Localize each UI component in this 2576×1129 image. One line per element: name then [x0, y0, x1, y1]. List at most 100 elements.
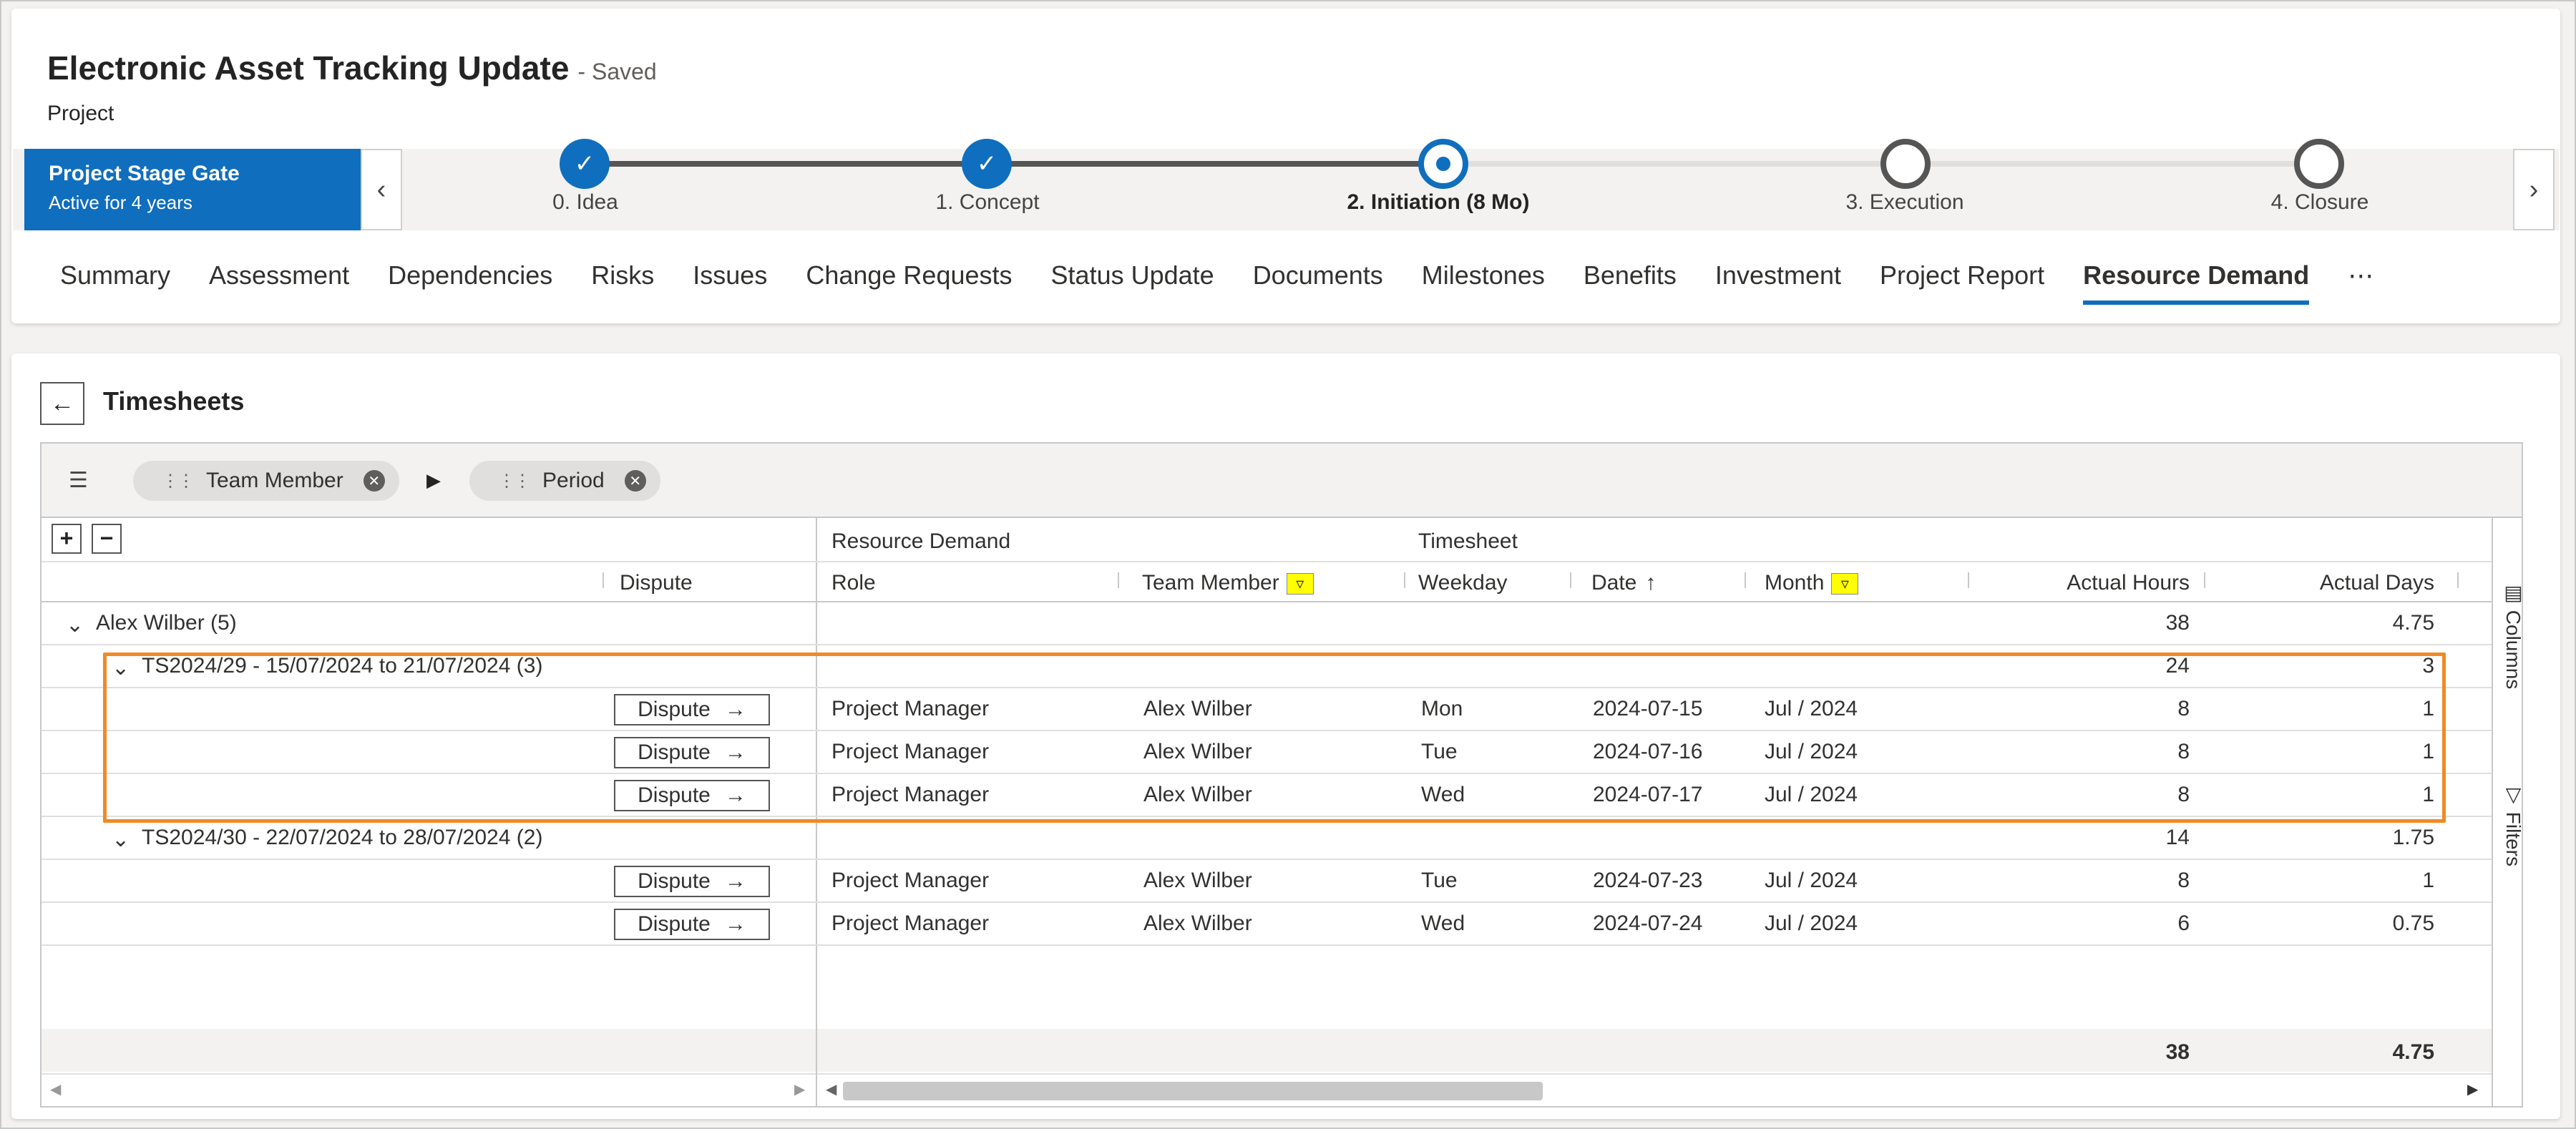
scrollbar-thumb[interactable]: [843, 1082, 1543, 1100]
entity-name: Project: [47, 102, 114, 125]
cell-date: 2024-07-23: [1593, 869, 1703, 892]
column-resizer[interactable]: [2204, 572, 2205, 588]
group-chip-team-member[interactable]: ⋮⋮ Team Member ✕: [133, 461, 399, 501]
column-resizer[interactable]: [1968, 572, 1969, 588]
column-resizer[interactable]: [1404, 572, 1405, 588]
column-resizer[interactable]: [2457, 572, 2459, 588]
stage-track-completed: [597, 161, 1444, 167]
stage-execution-node[interactable]: [1880, 139, 1931, 189]
tab-documents[interactable]: Documents: [1253, 260, 1383, 305]
dispute-button[interactable]: Dispute →: [614, 866, 770, 897]
arrow-right-icon: →: [724, 912, 746, 936]
expand-all-button[interactable]: +: [52, 524, 82, 554]
group-chip-period[interactable]: ⋮⋮ Period ✕: [469, 461, 660, 501]
check-icon: ✓: [976, 150, 997, 177]
horizontal-scrollbar-frozen[interactable]: [42, 1073, 816, 1106]
remove-chip-icon[interactable]: ✕: [624, 470, 646, 492]
scroll-right-icon[interactable]: ▶: [2467, 1080, 2478, 1098]
row-divider: [42, 859, 2492, 860]
tab-investment[interactable]: Investment: [1715, 260, 1841, 305]
dispute-button[interactable]: Dispute →: [614, 909, 770, 940]
group-hours: 38: [2165, 611, 2190, 635]
columns-panel-tab[interactable]: ▤ Columns: [2502, 581, 2525, 689]
tab-change-requests[interactable]: Change Requests: [806, 260, 1012, 305]
stage-closure-node[interactable]: [2294, 139, 2344, 189]
stage-initiation-node[interactable]: [1418, 139, 1468, 189]
arrow-right-icon: →: [724, 869, 746, 893]
remove-chip-icon[interactable]: ✕: [363, 470, 385, 492]
scroll-left-icon[interactable]: ◀: [50, 1080, 61, 1098]
save-status: - Saved: [577, 59, 657, 84]
column-resizer[interactable]: [1570, 572, 1571, 588]
columns-icon: ▤: [2502, 581, 2524, 610]
expand-chevron-icon[interactable]: ⌄: [112, 827, 130, 852]
cell-team-member: Alex Wilber: [1143, 869, 1252, 892]
column-header-month[interactable]: Month ▿: [1765, 571, 1859, 595]
stage-label[interactable]: 4. Closure: [2271, 190, 2369, 215]
header-divider: [42, 561, 2492, 562]
stage-label[interactable]: 3. Execution: [1845, 190, 1963, 215]
stage-label[interactable]: 1. Concept: [935, 190, 1039, 215]
group-days: 4.75: [2392, 611, 2434, 635]
tab-assessment[interactable]: Assessment: [209, 260, 349, 305]
column-header-date[interactable]: Date ↑: [1591, 571, 1656, 595]
cell-month: Jul / 2024: [1765, 911, 1858, 935]
bpf-prev-button[interactable]: ‹: [361, 149, 402, 230]
tab-status-update[interactable]: Status Update: [1051, 260, 1214, 305]
stage-label-active[interactable]: 2. Initiation (8 Mo): [1347, 190, 1530, 215]
back-button[interactable]: ←: [40, 382, 84, 425]
column-header-actual-days[interactable]: Actual Days: [2231, 571, 2434, 595]
stage-gate-flyout[interactable]: Project Stage Gate Active for 4 years: [24, 149, 371, 230]
group-header-resource-demand: Resource Demand: [831, 529, 1011, 553]
column-header-dispute[interactable]: Dispute: [620, 571, 693, 595]
highlight-box: [103, 653, 2446, 823]
tab-project-report[interactable]: Project Report: [1880, 260, 2044, 305]
chevron-left-icon: ‹: [376, 174, 386, 205]
total-actual-days: 4.75: [2392, 1040, 2434, 1064]
filter-icon[interactable]: ▿: [1831, 573, 1859, 595]
column-header-actual-hours[interactable]: Actual Hours: [1988, 571, 2190, 595]
record-header: Electronic Asset Tracking Update - Saved …: [11, 9, 2560, 323]
collapse-all-button[interactable]: −: [92, 524, 122, 554]
tab-issues[interactable]: Issues: [693, 260, 767, 305]
filters-panel-tab[interactable]: ▽ Filters: [2502, 783, 2525, 866]
filter-icon[interactable]: ▿: [1286, 573, 1314, 595]
tab-dependencies[interactable]: Dependencies: [388, 260, 552, 305]
stage-concept-node[interactable]: ✓: [962, 139, 1012, 189]
column-header-team-member[interactable]: Team Member ▿: [1142, 571, 1314, 595]
record-title: Electronic Asset Tracking Update - Saved: [47, 49, 657, 87]
tab-risks[interactable]: Risks: [591, 260, 654, 305]
expand-chevron-icon[interactable]: ⌄: [66, 612, 84, 637]
cell-actual-hours: 6: [2177, 911, 2190, 935]
total-actual-hours: 38: [2165, 1040, 2190, 1064]
group-row-label[interactable]: TS2024/30 - 22/07/2024 to 28/07/2024 (2): [142, 826, 542, 850]
scroll-right-icon[interactable]: ▶: [794, 1080, 805, 1098]
column-resizer[interactable]: [1118, 572, 1119, 588]
cell-team-member: Alex Wilber: [1143, 911, 1252, 935]
cell-actual-days: 0.75: [2392, 911, 2434, 935]
drag-grip-icon[interactable]: ⋮⋮: [162, 471, 195, 492]
column-header-weekday[interactable]: Weekday: [1418, 571, 1508, 595]
scroll-left-icon[interactable]: ◀: [826, 1080, 836, 1098]
tab-resource-demand[interactable]: Resource Demand: [2083, 260, 2310, 305]
stage-label[interactable]: 0. Idea: [552, 190, 618, 215]
header-bottom-border: [42, 601, 2492, 602]
group-row-label[interactable]: Alex Wilber (5): [96, 611, 237, 635]
bpf-next-button[interactable]: ›: [2513, 149, 2555, 230]
cell-date: 2024-07-24: [1593, 911, 1703, 935]
tab-summary[interactable]: Summary: [60, 260, 170, 305]
cell-weekday: Tue: [1421, 869, 1458, 892]
column-resizer[interactable]: [1745, 572, 1746, 588]
group-header-timesheet: Timesheet: [1418, 529, 1518, 553]
tab-milestones[interactable]: Milestones: [1422, 260, 1545, 305]
check-icon: ✓: [574, 150, 595, 177]
group-list-icon[interactable]: ☰: [69, 468, 88, 493]
stage-idea-node[interactable]: ✓: [560, 139, 610, 189]
column-header-role[interactable]: Role: [831, 571, 876, 595]
column-resizer[interactable]: [602, 572, 604, 588]
tab-benefits[interactable]: Benefits: [1584, 260, 1677, 305]
more-tabs-icon[interactable]: ⋯: [2348, 260, 2373, 305]
drag-grip-icon[interactable]: ⋮⋮: [498, 471, 531, 492]
sort-ascending-icon: ↑: [1645, 571, 1657, 595]
cell-role: Project Manager: [831, 869, 990, 892]
